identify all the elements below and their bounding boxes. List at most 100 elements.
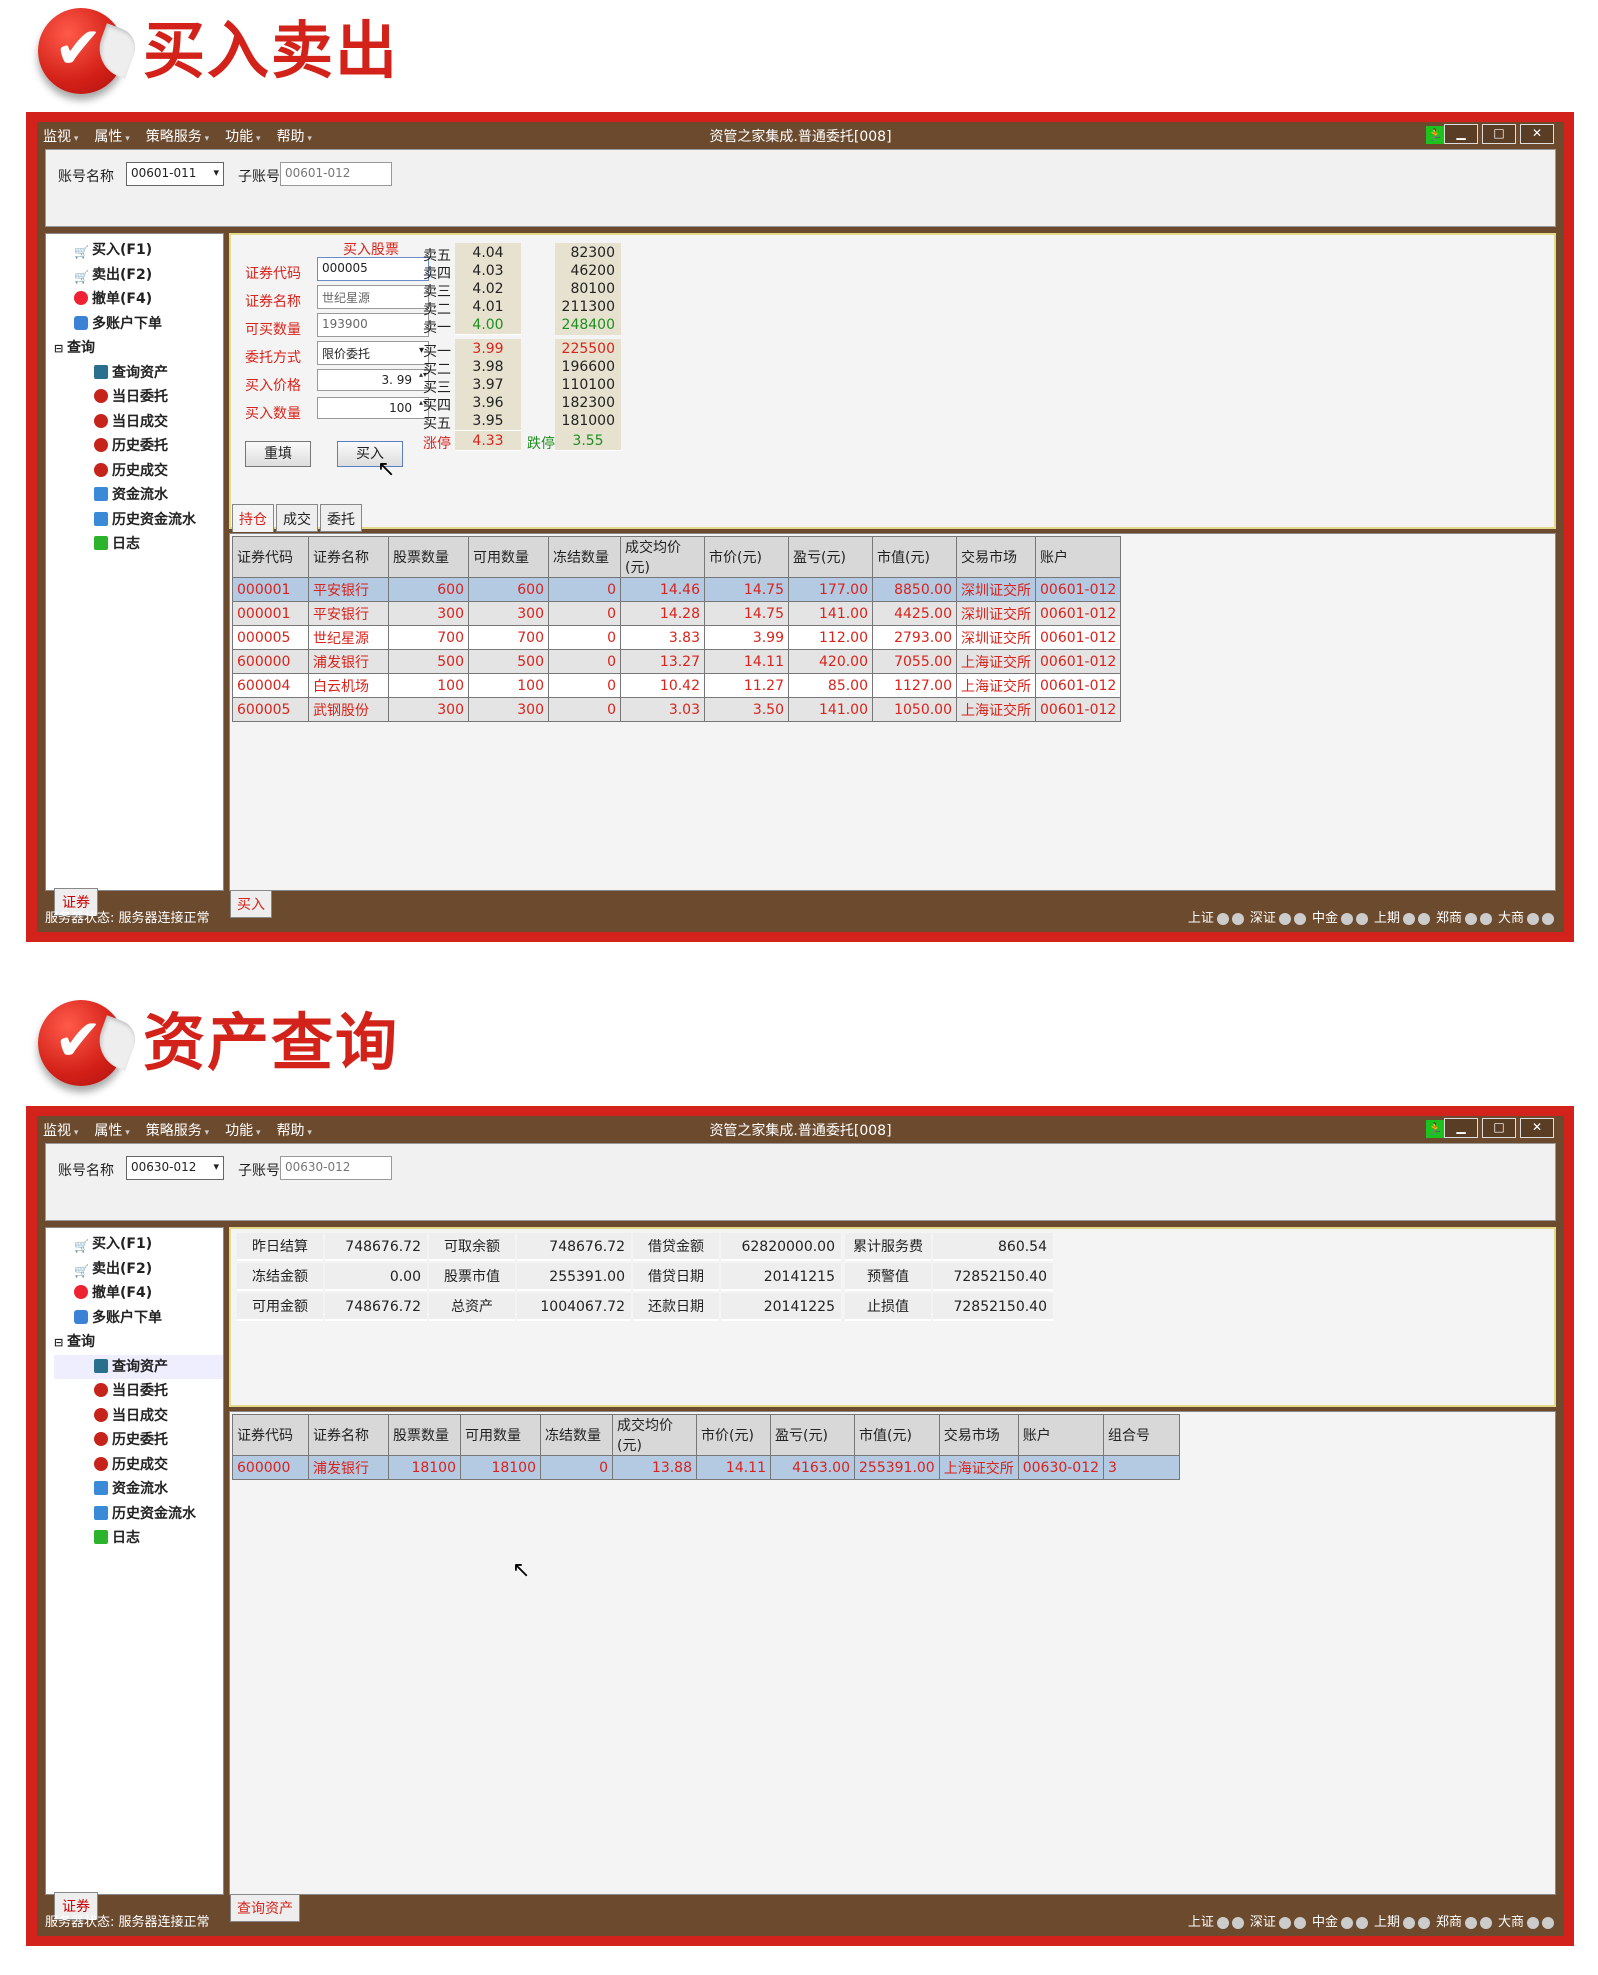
column-header[interactable]: 证券名称 — [308, 1414, 389, 1456]
table-cell: 1127.00 — [872, 673, 957, 698]
tab-holdings[interactable]: 持仓 — [232, 504, 274, 532]
tree-item-sell[interactable]: 🛒 卖出(F2) — [54, 263, 223, 288]
running-man-icon[interactable]: 🏃 — [1426, 126, 1444, 144]
column-header[interactable]: 账户 — [1017, 1414, 1105, 1456]
column-header[interactable]: 市价(元) — [704, 536, 789, 578]
menu-strategy[interactable]: 策略服务 — [146, 126, 209, 146]
tree-item-today-orders[interactable]: 当日委托 — [54, 1379, 223, 1404]
tree-group-query[interactable]: ⊟ 查询 — [54, 1330, 223, 1355]
menu-functions[interactable]: 功能 — [225, 1120, 260, 1140]
account-select[interactable]: 00601-011 — [126, 162, 224, 186]
price-stepper[interactable]: 3. 99 — [317, 369, 429, 391]
table-cell: 14.11 — [696, 1455, 771, 1480]
server-status: 服务器状态: 服务器连接正常 — [45, 1915, 210, 1930]
tree-item-today-orders[interactable]: 当日委托 — [54, 385, 223, 410]
tree-item-today-trades[interactable]: 当日成交 — [54, 1404, 223, 1429]
table-row[interactable]: 000005 世纪星源 700 700 0 3.83 3.99 112.00 2793.00 深圳… — [232, 625, 1122, 650]
tree-item-history-fund-flow[interactable]: 历史资金流水 — [54, 1502, 223, 1527]
menu-functions[interactable]: 功能 — [225, 126, 260, 146]
tree-item-sell[interactable]: 🛒 卖出(F2) — [54, 1257, 223, 1282]
tree-item-multi-account[interactable]: 多账户下单 — [54, 312, 223, 337]
close-button[interactable]: ✕ — [1520, 124, 1554, 144]
column-header[interactable]: 市值(元) — [854, 1414, 940, 1456]
tree-item-log[interactable]: 日志 — [54, 1526, 223, 1551]
table-row[interactable]: 600005 武钢股份 300 300 0 3.03 3.50 141.00 1050.00 上海… — [232, 697, 1122, 722]
tree-item-fund-flow[interactable]: 资金流水 — [54, 1477, 223, 1502]
tree-item-buy[interactable]: 🛒 买入(F1) — [54, 1232, 223, 1257]
column-header[interactable]: 成交均价(元) — [612, 1414, 697, 1456]
minimize-button[interactable]: ▁ — [1444, 124, 1478, 144]
column-header[interactable]: 盈亏(元) — [770, 1414, 855, 1456]
close-button[interactable]: ✕ — [1520, 1118, 1554, 1138]
running-man-icon[interactable]: 🏃 — [1426, 1120, 1444, 1138]
menu-help[interactable]: 帮助 — [277, 126, 312, 146]
maximize-button[interactable]: □ — [1482, 1118, 1516, 1138]
column-header[interactable]: 冻结数量 — [548, 536, 621, 578]
maximize-button[interactable]: □ — [1482, 124, 1516, 144]
menu-help[interactable]: 帮助 — [277, 1120, 312, 1140]
minus-icon[interactable]: ⊟ — [54, 1336, 67, 1349]
method-select[interactable]: 限价委托 ▾ — [317, 341, 429, 365]
column-header[interactable]: 可用数量 — [460, 1414, 541, 1456]
column-header[interactable]: 市价(元) — [696, 1414, 771, 1456]
reset-button[interactable]: 重填 — [245, 441, 311, 467]
tab-orders[interactable]: 委托 — [320, 504, 362, 532]
table-row[interactable]: 600000 浦发银行 500 500 0 13.27 14.11 420.00 7055.00… — [232, 649, 1122, 674]
column-header[interactable]: 账户 — [1034, 536, 1122, 578]
asset-value: 860.54 — [933, 1233, 1053, 1261]
tab-trades[interactable]: 成交 — [276, 504, 318, 532]
tree-item-today-trades[interactable]: 当日成交 — [54, 410, 223, 435]
column-header[interactable]: 证券名称 — [308, 536, 389, 578]
table-row[interactable]: 000001 平安银行 600 600 0 14.46 14.75 177.00 8850.00… — [232, 577, 1122, 602]
column-header[interactable]: 成交均价(元) — [620, 536, 705, 578]
column-header[interactable]: 股票数量 — [388, 536, 469, 578]
column-header[interactable]: 证券代码 — [232, 1414, 309, 1456]
menu-strategy[interactable]: 策略服务 — [146, 1120, 209, 1140]
tree-item-history-trades[interactable]: 历史成交 — [54, 459, 223, 484]
tree-item-buy[interactable]: 🛒 买入(F1) — [54, 238, 223, 263]
column-header[interactable]: 股票数量 — [388, 1414, 461, 1456]
subaccount-field[interactable]: 00630-012 — [280, 1156, 392, 1180]
order-entry-pane: 买入股票 证券代码 000005 证券名称 世纪星源 可买数量 193900 委… — [229, 233, 1556, 529]
column-header[interactable]: 盈亏(元) — [788, 536, 873, 578]
tree-item-query-assets[interactable]: 查询资产 — [54, 361, 223, 386]
column-header[interactable]: 交易市场 — [956, 536, 1036, 578]
tree-item-log[interactable]: 日志 — [54, 532, 223, 557]
asset-summary-pane: 昨日结算 748676.72 可取余额 748676.72 借贷金额 62820000.0… — [229, 1227, 1556, 1407]
qty-stepper[interactable]: 100 — [317, 397, 429, 419]
tree-group-query[interactable]: ⊟ 查询 — [54, 336, 223, 361]
qty-label: 买入数量 — [245, 406, 301, 422]
tree-item-multi-account[interactable]: 多账户下单 — [54, 1306, 223, 1331]
column-header[interactable]: 冻结数量 — [540, 1414, 613, 1456]
tree-item-fund-flow[interactable]: 资金流水 — [54, 483, 223, 508]
menu-monitor[interactable]: 监视 — [43, 126, 78, 146]
tree-item-history-trades[interactable]: 历史成交 — [54, 1453, 223, 1478]
column-header[interactable]: 市值(元) — [872, 536, 957, 578]
table-cell: 浦发银行 — [308, 1455, 389, 1480]
table-cell: 10.42 — [620, 673, 705, 698]
tree-item-cancel[interactable]: 撤单(F4) — [54, 1281, 223, 1306]
table-row[interactable]: 600000 浦发银行 18100 18100 0 13.88 14.11 4163.00 25… — [232, 1455, 1181, 1480]
tree-item-query-assets[interactable]: 查询资产 — [54, 1354, 223, 1379]
column-header[interactable]: 可用数量 — [468, 536, 549, 578]
menu-properties[interactable]: 属性 — [94, 1120, 129, 1140]
table-row[interactable]: 600004 白云机场 100 100 0 10.42 11.27 85.00 1127.00 上… — [232, 673, 1122, 698]
minimize-button[interactable]: ▁ — [1444, 1118, 1478, 1138]
tree-item-cancel[interactable]: 撤单(F4) — [54, 287, 223, 312]
market-czce: 郑商 — [1436, 906, 1492, 932]
table-cell: 18100 — [388, 1455, 461, 1480]
column-header[interactable]: 交易市场 — [938, 1414, 1019, 1456]
tree-item-history-orders[interactable]: 历史委托 — [54, 1428, 223, 1453]
column-header[interactable]: 组合号 — [1103, 1414, 1181, 1456]
minus-icon[interactable]: ⊟ — [54, 342, 67, 355]
menu-monitor[interactable]: 监视 — [43, 1120, 78, 1140]
table-row[interactable]: 000001 平安银行 300 300 0 14.28 14.75 141.00 4425.00… — [232, 601, 1122, 626]
tree-item-history-fund-flow[interactable]: 历史资金流水 — [54, 508, 223, 533]
code-input[interactable]: 000005 — [317, 257, 429, 281]
subaccount-field[interactable]: 00601-012 — [280, 162, 392, 186]
account-select[interactable]: 00630-012 — [126, 1156, 224, 1180]
column-header[interactable]: 证券代码 — [232, 536, 309, 578]
market-sz: 深证 — [1250, 1910, 1306, 1936]
tree-item-history-orders[interactable]: 历史委托 — [54, 434, 223, 459]
menu-properties[interactable]: 属性 — [94, 126, 129, 146]
